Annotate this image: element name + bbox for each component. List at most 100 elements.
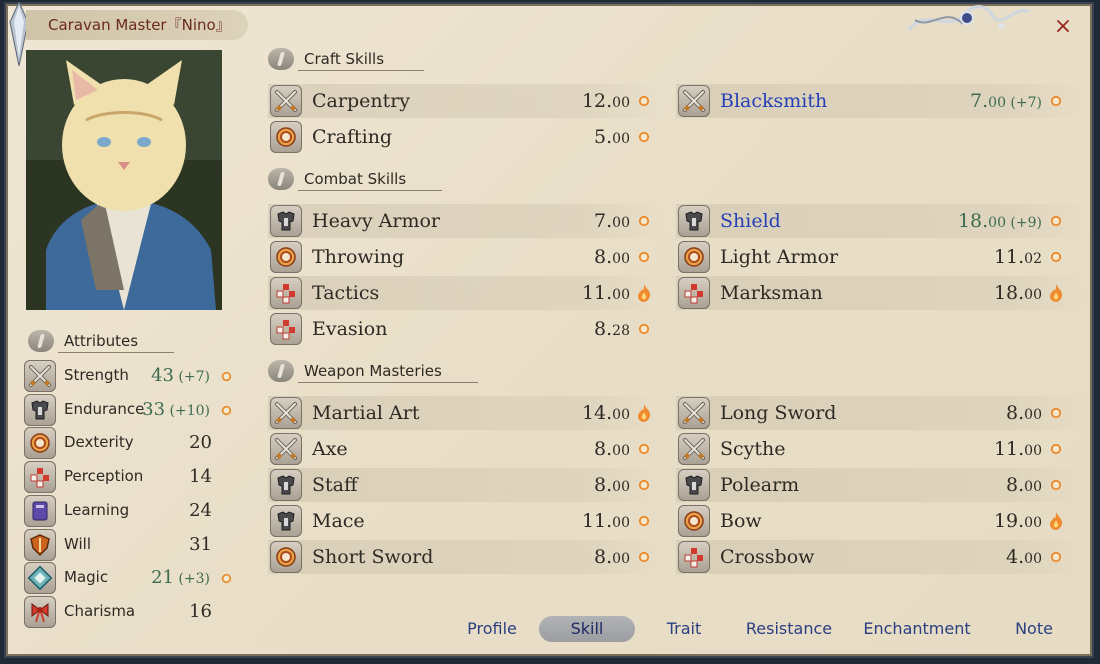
skill-value: 11.00	[582, 276, 630, 312]
skill-row: Blacksmith 7.00 (+7)	[676, 84, 1086, 118]
tab-trait[interactable]: Trait	[642, 616, 726, 642]
dots-icon	[678, 541, 710, 573]
attribute-value: 31	[189, 528, 212, 561]
skill-bonus: (+9)	[1005, 215, 1042, 231]
crossed-swords-icon	[678, 433, 710, 465]
skill-value: 8.00	[594, 432, 630, 468]
armor-icon	[24, 393, 56, 426]
window-title: Caravan Master『Nino』	[26, 10, 248, 40]
skill-number: 8.	[594, 546, 613, 568]
section-marker-icon	[268, 168, 294, 190]
skill-name: Martial Art	[312, 402, 420, 424]
ring-icon	[270, 121, 302, 153]
skill-name: Short Sword	[312, 546, 434, 568]
skill-row: Mace 11.00	[268, 504, 660, 538]
attribute-name: Strength	[64, 366, 129, 384]
skill-name: Marksman	[720, 282, 823, 304]
skill-value: 4.00	[1006, 540, 1042, 576]
skill-row: Light Armor 11.02	[676, 240, 1086, 274]
skill-decimal: 00	[612, 407, 630, 423]
skill-name: Crossbow	[720, 546, 815, 568]
ring-icon	[678, 505, 710, 537]
skill-number: 11.	[581, 282, 613, 304]
skill-row: Crafting 5.00	[268, 120, 660, 154]
skill-row: Long Sword 8.00	[676, 396, 1086, 430]
skill-name: Heavy Armor	[312, 210, 440, 232]
potential-circle-icon	[638, 215, 650, 227]
skill-row: Bow 19.00	[676, 504, 1086, 538]
attribute-value: 16	[189, 595, 212, 628]
skill-decimal: 00	[988, 95, 1006, 111]
attribute-name: Will	[64, 534, 92, 553]
skill-number: 18.	[957, 210, 989, 232]
attribute-value: 24	[189, 494, 212, 527]
attribute-row: Endurance 33 (+10)	[24, 393, 236, 428]
armor-icon	[270, 505, 302, 537]
potential-circle-icon	[638, 479, 650, 491]
potential-circle-icon	[221, 405, 232, 415]
skill-row: Heavy Armor 7.00	[268, 204, 660, 238]
skill-row: Axe 8.00	[268, 432, 660, 466]
attribute-row: Charisma 16	[24, 595, 236, 628]
skill-value: 5.00	[594, 120, 630, 156]
header-underline	[298, 70, 424, 71]
attribute-number: 31	[189, 533, 212, 555]
tab-profile[interactable]: Profile	[450, 616, 534, 642]
potential-flame-icon	[638, 284, 651, 302]
section-title: Combat Skills	[304, 170, 407, 188]
shield-icon	[24, 528, 56, 561]
section-header: Combat Skills	[268, 168, 498, 191]
attribute-value: 33 (+10)	[142, 393, 210, 428]
crossed-swords-icon	[24, 360, 56, 392]
dots-icon	[24, 461, 56, 494]
tab-resistance[interactable]: Resistance	[734, 616, 844, 642]
skill-decimal: 00	[612, 131, 630, 147]
tab-skill[interactable]: Skill	[539, 616, 635, 642]
skill-value: 7.00 (+7)	[970, 84, 1042, 120]
attribute-bonus: (+7)	[173, 369, 210, 385]
section-marker-icon	[268, 48, 294, 70]
attribute-value: 21 (+3)	[151, 561, 210, 596]
skill-decimal: 00	[1024, 479, 1042, 495]
skill-value: 8.00	[594, 468, 630, 504]
book-icon	[24, 494, 56, 527]
skill-row: Tactics 11.00	[268, 276, 660, 310]
potential-flame-icon	[1050, 284, 1063, 302]
potential-circle-icon	[638, 551, 650, 563]
skill-number: 4.	[1006, 546, 1025, 568]
skill-value: 7.00	[594, 204, 630, 240]
attribute-number: 14	[189, 466, 212, 488]
armor-icon	[270, 469, 302, 501]
potential-circle-icon	[638, 95, 650, 107]
skill-number: 12.	[581, 90, 613, 112]
potential-circle-icon	[1050, 407, 1062, 419]
skill-number: 18.	[993, 282, 1025, 304]
skill-number: 11.	[993, 246, 1025, 268]
armor-icon	[270, 205, 302, 237]
tab-note[interactable]: Note	[996, 616, 1072, 642]
skill-value: 12.00	[582, 84, 630, 120]
rune-icon	[24, 562, 56, 595]
tab-enchantment[interactable]: Enchantment	[852, 616, 982, 642]
skill-decimal: 00	[612, 443, 630, 459]
potential-circle-icon	[638, 131, 650, 143]
attribute-number: 33	[142, 398, 166, 420]
close-button[interactable]: ×	[1052, 16, 1074, 38]
skill-value: 8.00	[594, 540, 630, 576]
skill-value: 14.00	[582, 396, 630, 432]
potential-circle-icon	[638, 443, 650, 455]
skill-decimal: 00	[1024, 287, 1042, 303]
skill-decimal: 00	[612, 215, 630, 231]
potential-circle-icon	[638, 251, 650, 263]
skill-value: 11.00	[582, 504, 630, 540]
skill-decimal: 00	[1024, 551, 1042, 567]
skill-row: Martial Art 14.00	[268, 396, 660, 430]
attribute-row: Perception 14	[24, 460, 236, 494]
skill-row: Marksman 18.00	[676, 276, 1086, 310]
skill-decimal: 00	[612, 551, 630, 567]
attribute-value: 43 (+7)	[151, 359, 210, 394]
attributes-header: Attributes	[28, 330, 178, 353]
skill-name: Tactics	[312, 282, 380, 304]
skill-row: Evasion 8.28	[268, 312, 660, 346]
skill-name: Throwing	[312, 246, 405, 268]
